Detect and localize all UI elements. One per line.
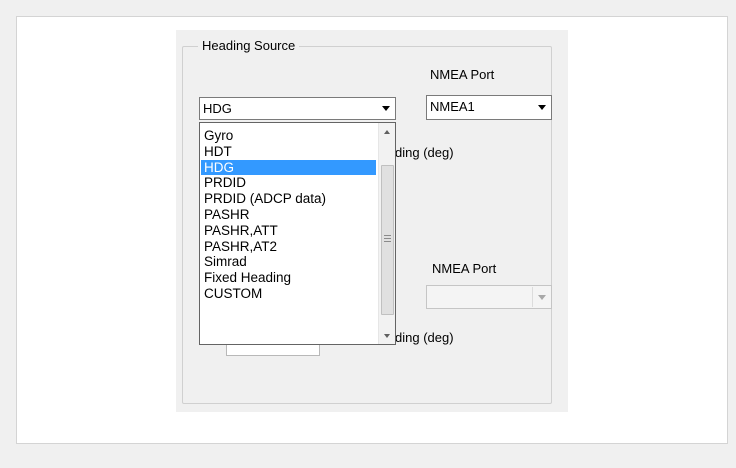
dropdown-option[interactable]: Fixed Heading [201, 270, 376, 286]
dropdown-option[interactable]: PASHR,ATT [201, 223, 376, 239]
heading-source-dropdown-list[interactable]: Gyro HDT HDG PRDID PRDID (ADCP data) PAS… [199, 122, 396, 345]
dropdown-option[interactable]: HDG [201, 159, 376, 176]
nmea-port-label-bottom: NMEA Port [432, 261, 497, 276]
heading-source-combo[interactable]: HDG [199, 97, 396, 120]
dropdown-option[interactable]: PASHR [201, 207, 376, 223]
nmea-port-value-top: NMEA1 [430, 99, 475, 114]
scrollbar-thumb[interactable] [381, 165, 394, 315]
dropdown-option[interactable]: Simrad [201, 254, 376, 270]
dropdown-option[interactable]: PRDID (ADCP data) [201, 191, 376, 207]
dropdown-option[interactable]: HDT [201, 144, 376, 160]
scroll-up-arrow-icon[interactable] [379, 123, 395, 140]
nmea-port-combo-top[interactable]: NMEA1 [426, 95, 552, 120]
dropdown-scrollbar[interactable] [378, 123, 395, 344]
fixed-heading-label-bottom: ding (deg) [395, 330, 454, 345]
dropdown-option[interactable]: PASHR,AT2 [201, 239, 376, 255]
fixed-heading-label-top: ding (deg) [395, 145, 454, 160]
nmea-port-label-top: NMEA Port [430, 67, 495, 82]
chevron-down-icon[interactable] [532, 287, 550, 307]
nmea-port-combo-bottom[interactable] [426, 285, 552, 309]
heading-source-value: HDG [203, 101, 232, 116]
dropdown-option[interactable]: PRDID [201, 175, 376, 191]
chevron-down-icon[interactable] [533, 97, 550, 118]
scroll-down-arrow-icon[interactable] [379, 327, 395, 344]
groupbox-title: Heading Source [198, 37, 300, 55]
dropdown-option[interactable]: CUSTOM [201, 286, 376, 302]
chevron-down-icon[interactable] [377, 99, 394, 118]
dropdown-options: Gyro HDT HDG PRDID PRDID (ADCP data) PAS… [201, 128, 376, 302]
dropdown-option[interactable]: Gyro [201, 128, 376, 144]
